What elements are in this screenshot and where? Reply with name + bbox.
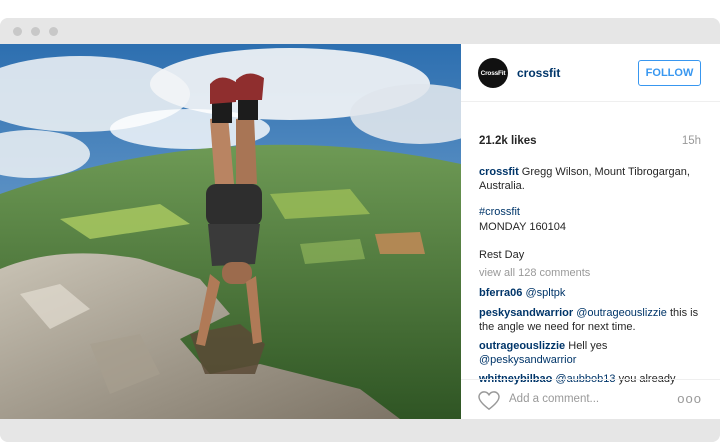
follow-button[interactable]: FOLLOW: [638, 60, 701, 86]
post-timestamp[interactable]: 15h: [682, 135, 701, 147]
caption-rest-day: Rest Day: [479, 249, 525, 261]
comment-footer: Add a comment... ooo: [461, 379, 720, 419]
more-options-icon[interactable]: ooo: [677, 391, 702, 406]
caption-text: Gregg Wilson, Mount Tibrogargan,: [518, 166, 690, 178]
comment-text: Hell yes: [565, 340, 608, 352]
comment-username[interactable]: bferra06: [479, 287, 522, 299]
avatar[interactable]: CrossFit: [478, 58, 508, 88]
view-all-comments-link[interactable]: view all 128 comments: [479, 266, 704, 280]
comment-item: outrageouslizzie Hell yes @peskysandwarr…: [479, 339, 704, 367]
comment-item: bferra06 @spltpk: [479, 286, 704, 300]
caption-line-2: Australia.: [479, 180, 525, 192]
comment-mention[interactable]: @outrageouslizzie: [576, 307, 667, 319]
comment-item: peskysandwarrior @outrageouslizzie this …: [479, 306, 704, 334]
likes-count[interactable]: 21.2k likes: [479, 135, 537, 147]
window-titlebar: [0, 18, 720, 44]
post-details-panel: CrossFit crossfit FOLLOW 21.2k likes 15h…: [461, 44, 720, 419]
caption-date: MONDAY 160104: [479, 221, 567, 233]
add-comment-input[interactable]: Add a comment...: [509, 393, 599, 405]
heart-icon[interactable]: [478, 391, 500, 411]
caption-hashtag[interactable]: #crossfit: [479, 205, 704, 219]
post-header: CrossFit crossfit FOLLOW: [461, 44, 720, 102]
post-username[interactable]: crossfit: [517, 66, 560, 80]
window-maximize-dot[interactable]: [49, 27, 58, 36]
post-photo[interactable]: [0, 44, 461, 419]
comment-mention[interactable]: @spltpk: [525, 287, 565, 299]
handstand-landscape-image: [0, 44, 461, 419]
comment-username[interactable]: peskysandwarrior: [479, 307, 573, 319]
caption-username[interactable]: crossfit: [479, 166, 519, 178]
window-close-dot[interactable]: [13, 27, 22, 36]
browser-window: CrossFit crossfit FOLLOW 21.2k likes 15h…: [0, 18, 720, 442]
comment-username[interactable]: outrageouslizzie: [479, 340, 565, 352]
window-bottom-bar: [0, 419, 720, 442]
avatar-logo-text: CrossFit: [480, 69, 506, 77]
window-minimize-dot[interactable]: [31, 27, 40, 36]
comment-mention[interactable]: @peskysandwarrior: [479, 354, 576, 366]
caption-line-1: crossfit Gregg Wilson, Mount Tibrogargan…: [479, 165, 704, 179]
